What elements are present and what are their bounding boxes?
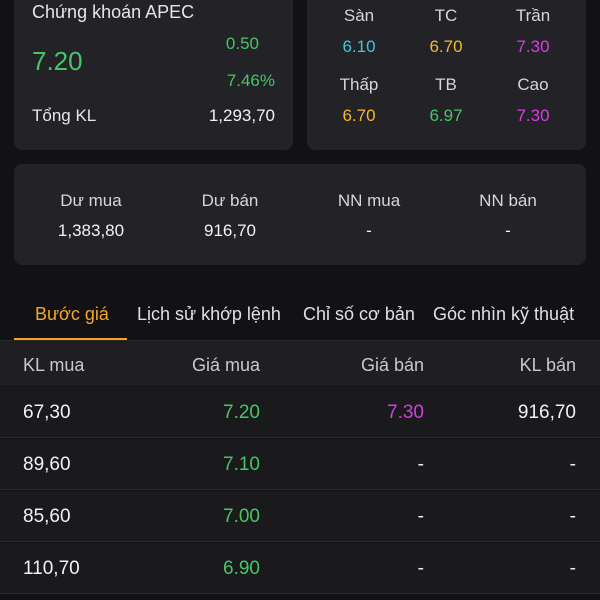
- ask-price: -: [417, 558, 424, 579]
- foreign-sell-value: -: [505, 221, 511, 240]
- ask-volume: -: [569, 558, 576, 579]
- tab-bar: Bước giá Lịch sử khớp lệnh Chỉ số cơ bản…: [0, 290, 600, 340]
- ceiling-value: 7.30: [516, 37, 550, 56]
- order-book-row[interactable]: 85,60 7.00 - -: [0, 491, 600, 542]
- ask-price: -: [417, 454, 424, 475]
- bid-price: 6.90: [223, 558, 260, 579]
- header-bid-volume: KL mua: [23, 355, 85, 375]
- floor-label: Sàn: [343, 6, 375, 25]
- order-book-row[interactable]: 89,60 7.10 - -: [0, 439, 600, 490]
- ask-volume: -: [569, 454, 576, 475]
- tab-price-steps[interactable]: Bước giá: [35, 304, 109, 325]
- total-volume-label: Tổng KL: [32, 106, 97, 125]
- price-range-card: Sàn TC Trần 6.10 6.70 7.30 Thấp TB Cao 6…: [307, 0, 586, 150]
- header-ask-price: Giá bán: [360, 355, 424, 375]
- reference-label: TC: [434, 6, 458, 25]
- stock-name: Chứng khoán APEC: [32, 2, 195, 22]
- bid-volume: 89,60: [23, 454, 71, 475]
- bid-surplus-value: 1,383,80: [57, 221, 125, 240]
- order-book-header: KL mua Giá mua Giá bán KL bán: [0, 340, 600, 386]
- bid-price: 7.00: [223, 506, 260, 527]
- ceiling-label: Trần: [515, 6, 551, 25]
- tab-technical-view[interactable]: Góc nhìn kỹ thuật: [433, 304, 574, 325]
- ask-price: 7.30: [387, 402, 424, 423]
- bid-volume: 110,70: [23, 558, 80, 579]
- current-price: 7.20: [32, 46, 83, 76]
- bid-price: 7.10: [223, 454, 260, 475]
- bid-volume: 67,30: [23, 402, 71, 423]
- floor-value: 6.10: [342, 37, 376, 56]
- ask-surplus-value: 916,70: [204, 221, 256, 240]
- quote-card: Chứng khoán APEC 7.20 0.50 7.46% Tổng KL…: [14, 0, 293, 150]
- average-value: 6.97: [429, 106, 463, 125]
- foreign-sell-label: NN bán: [479, 191, 537, 210]
- ask-volume: -: [569, 506, 576, 527]
- bid-price: 7.20: [223, 402, 260, 423]
- ask-volume: 916,70: [517, 402, 576, 423]
- reference-value: 6.70: [429, 37, 463, 56]
- price-change-percent: 7.46%: [226, 71, 275, 90]
- market-summary-card: Dư mua 1,383,80 Dư bán 916,70 NN mua - N…: [14, 164, 586, 265]
- order-book-row[interactable]: 67,30 7.20 7.30 916,70: [0, 387, 600, 438]
- low-label: Thấp: [339, 75, 379, 94]
- tab-fundamentals[interactable]: Chỉ số cơ bản: [303, 304, 415, 325]
- high-value: 7.30: [516, 106, 550, 125]
- order-book-row[interactable]: 110,70 6.90 - -: [0, 543, 600, 594]
- header-ask-volume: KL bán: [519, 355, 576, 375]
- ask-surplus-label: Dư bán: [201, 191, 259, 210]
- total-volume-value: 1,293,70: [208, 106, 275, 125]
- foreign-buy-value: -: [366, 221, 372, 240]
- foreign-buy-label: NN mua: [337, 191, 401, 210]
- ask-price: -: [417, 506, 424, 527]
- average-label: TB: [435, 75, 457, 94]
- tab-match-history[interactable]: Lịch sử khớp lệnh: [137, 304, 281, 325]
- price-change: 0.50: [225, 34, 259, 53]
- header-bid-price: Giá mua: [191, 355, 260, 375]
- bid-surplus-label: Dư mua: [60, 191, 122, 210]
- high-label: Cao: [517, 75, 549, 94]
- bid-volume: 85,60: [23, 506, 71, 527]
- low-value: 6.70: [342, 106, 376, 125]
